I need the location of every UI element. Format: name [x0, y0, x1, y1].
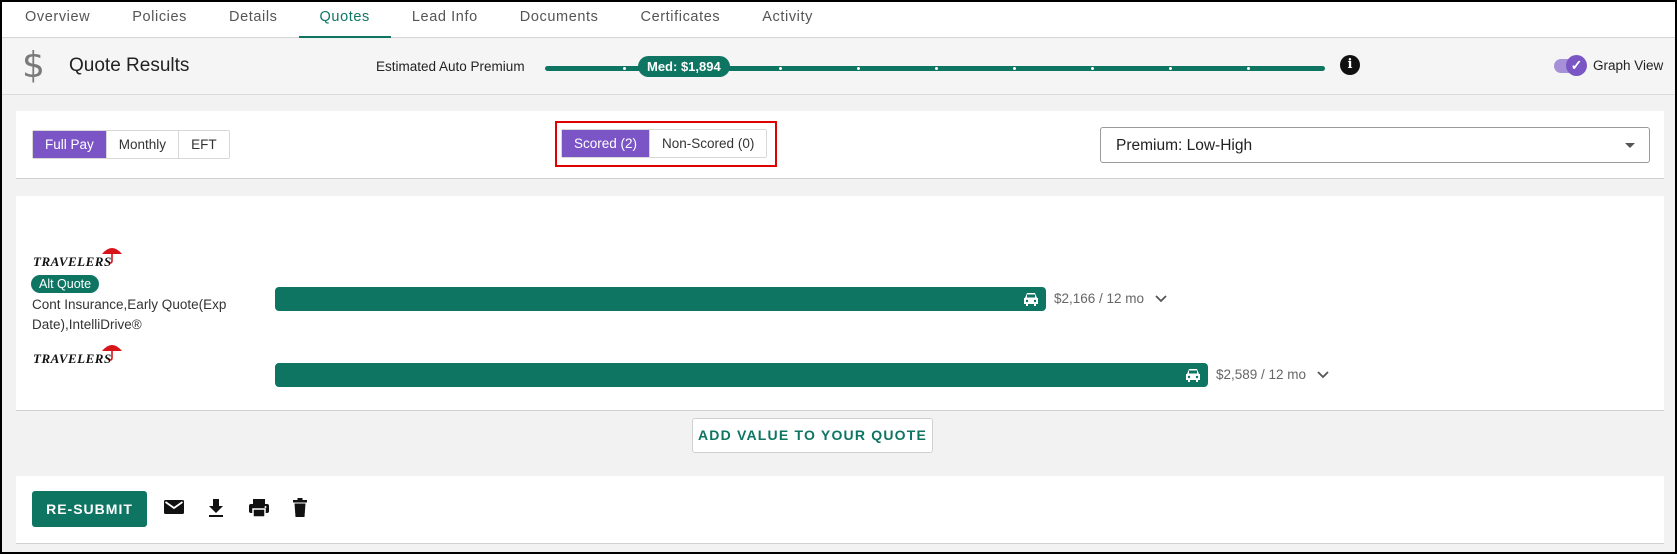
quote-description: Cont Insurance,Early Quote(Exp Date),Int… [32, 297, 227, 332]
dollar-icon: $ [22, 45, 45, 86]
alt-quote-badge: Alt Quote [31, 275, 100, 293]
non-scored-button[interactable]: Non-Scored (0) [650, 130, 767, 157]
range-tick [1247, 67, 1250, 70]
umbrella-icon [102, 345, 122, 361]
chevron-down-icon[interactable] [1316, 370, 1330, 380]
email-icon[interactable] [163, 498, 185, 516]
range-tick [1013, 67, 1016, 70]
filter-card: Full Pay Monthly EFT Scored (2) Non-Scor… [16, 111, 1664, 179]
graph-view-label: Graph View [1593, 58, 1664, 73]
tab-policies[interactable]: Policies [111, 2, 208, 38]
tab-details[interactable]: Details [208, 2, 299, 38]
info-icon[interactable]: i [1340, 55, 1360, 75]
tab-bar: Overview Policies Details Quotes Lead In… [2, 2, 1675, 38]
car-icon [1186, 369, 1200, 382]
chevron-down-icon[interactable] [1154, 294, 1168, 304]
print-icon[interactable] [248, 498, 270, 518]
carrier-logo: TRAVELERS [33, 351, 112, 366]
premium-bar[interactable] [275, 363, 1208, 387]
delete-icon[interactable] [292, 498, 308, 518]
tab-activity[interactable]: Activity [741, 2, 834, 38]
range-tick [623, 67, 626, 70]
quote-results-header: $ Quote Results Estimated Auto Premium M… [2, 39, 1675, 95]
score-option-group: Scored (2) Non-Scored (0) [561, 129, 768, 158]
range-tick [1169, 67, 1172, 70]
action-bar: RE-SUBMIT [16, 476, 1664, 544]
quote-graph-card: TRAVELERS Alt Quote Cont Insurance,Early… [16, 196, 1664, 411]
monthly-button[interactable]: Monthly [106, 131, 180, 158]
tab-documents[interactable]: Documents [499, 2, 620, 38]
median-premium-badge: Med: $1,894 [638, 56, 730, 77]
download-icon[interactable] [207, 498, 225, 518]
tab-certificates[interactable]: Certificates [620, 2, 742, 38]
check-icon[interactable]: ✓ [1566, 55, 1587, 76]
page-title: Quote Results [69, 55, 190, 76]
range-tick [857, 67, 860, 70]
premium-bar[interactable] [275, 287, 1046, 311]
premium-price: $2,589 / 12 mo [1216, 367, 1307, 382]
car-icon [1024, 293, 1038, 306]
sort-select[interactable]: Premium: Low-High [1100, 127, 1650, 163]
app-frame: Overview Policies Details Quotes Lead In… [0, 0, 1677, 554]
sort-value: Premium: Low-High [1116, 137, 1253, 154]
scored-button[interactable]: Scored (2) [562, 130, 651, 157]
tab-quotes[interactable]: Quotes [298, 2, 391, 38]
range-tick [1091, 67, 1094, 70]
range-tick [935, 67, 938, 70]
estimated-premium-label: Estimated Auto Premium [376, 59, 525, 74]
caret-down-icon [1625, 143, 1635, 148]
range-tick [779, 67, 782, 70]
carrier-logo: TRAVELERS [33, 254, 112, 269]
payment-option-group: Full Pay Monthly EFT [32, 130, 230, 159]
eft-button[interactable]: EFT [179, 131, 229, 158]
add-value-button[interactable]: ADD VALUE TO YOUR QUOTE [692, 418, 933, 453]
premium-price: $2,166 / 12 mo [1054, 291, 1145, 306]
resubmit-button[interactable]: RE-SUBMIT [32, 491, 147, 527]
tab-overview[interactable]: Overview [4, 2, 111, 38]
full-pay-button[interactable]: Full Pay [33, 131, 107, 158]
tab-lead-info[interactable]: Lead Info [391, 2, 499, 38]
umbrella-icon [102, 248, 122, 264]
